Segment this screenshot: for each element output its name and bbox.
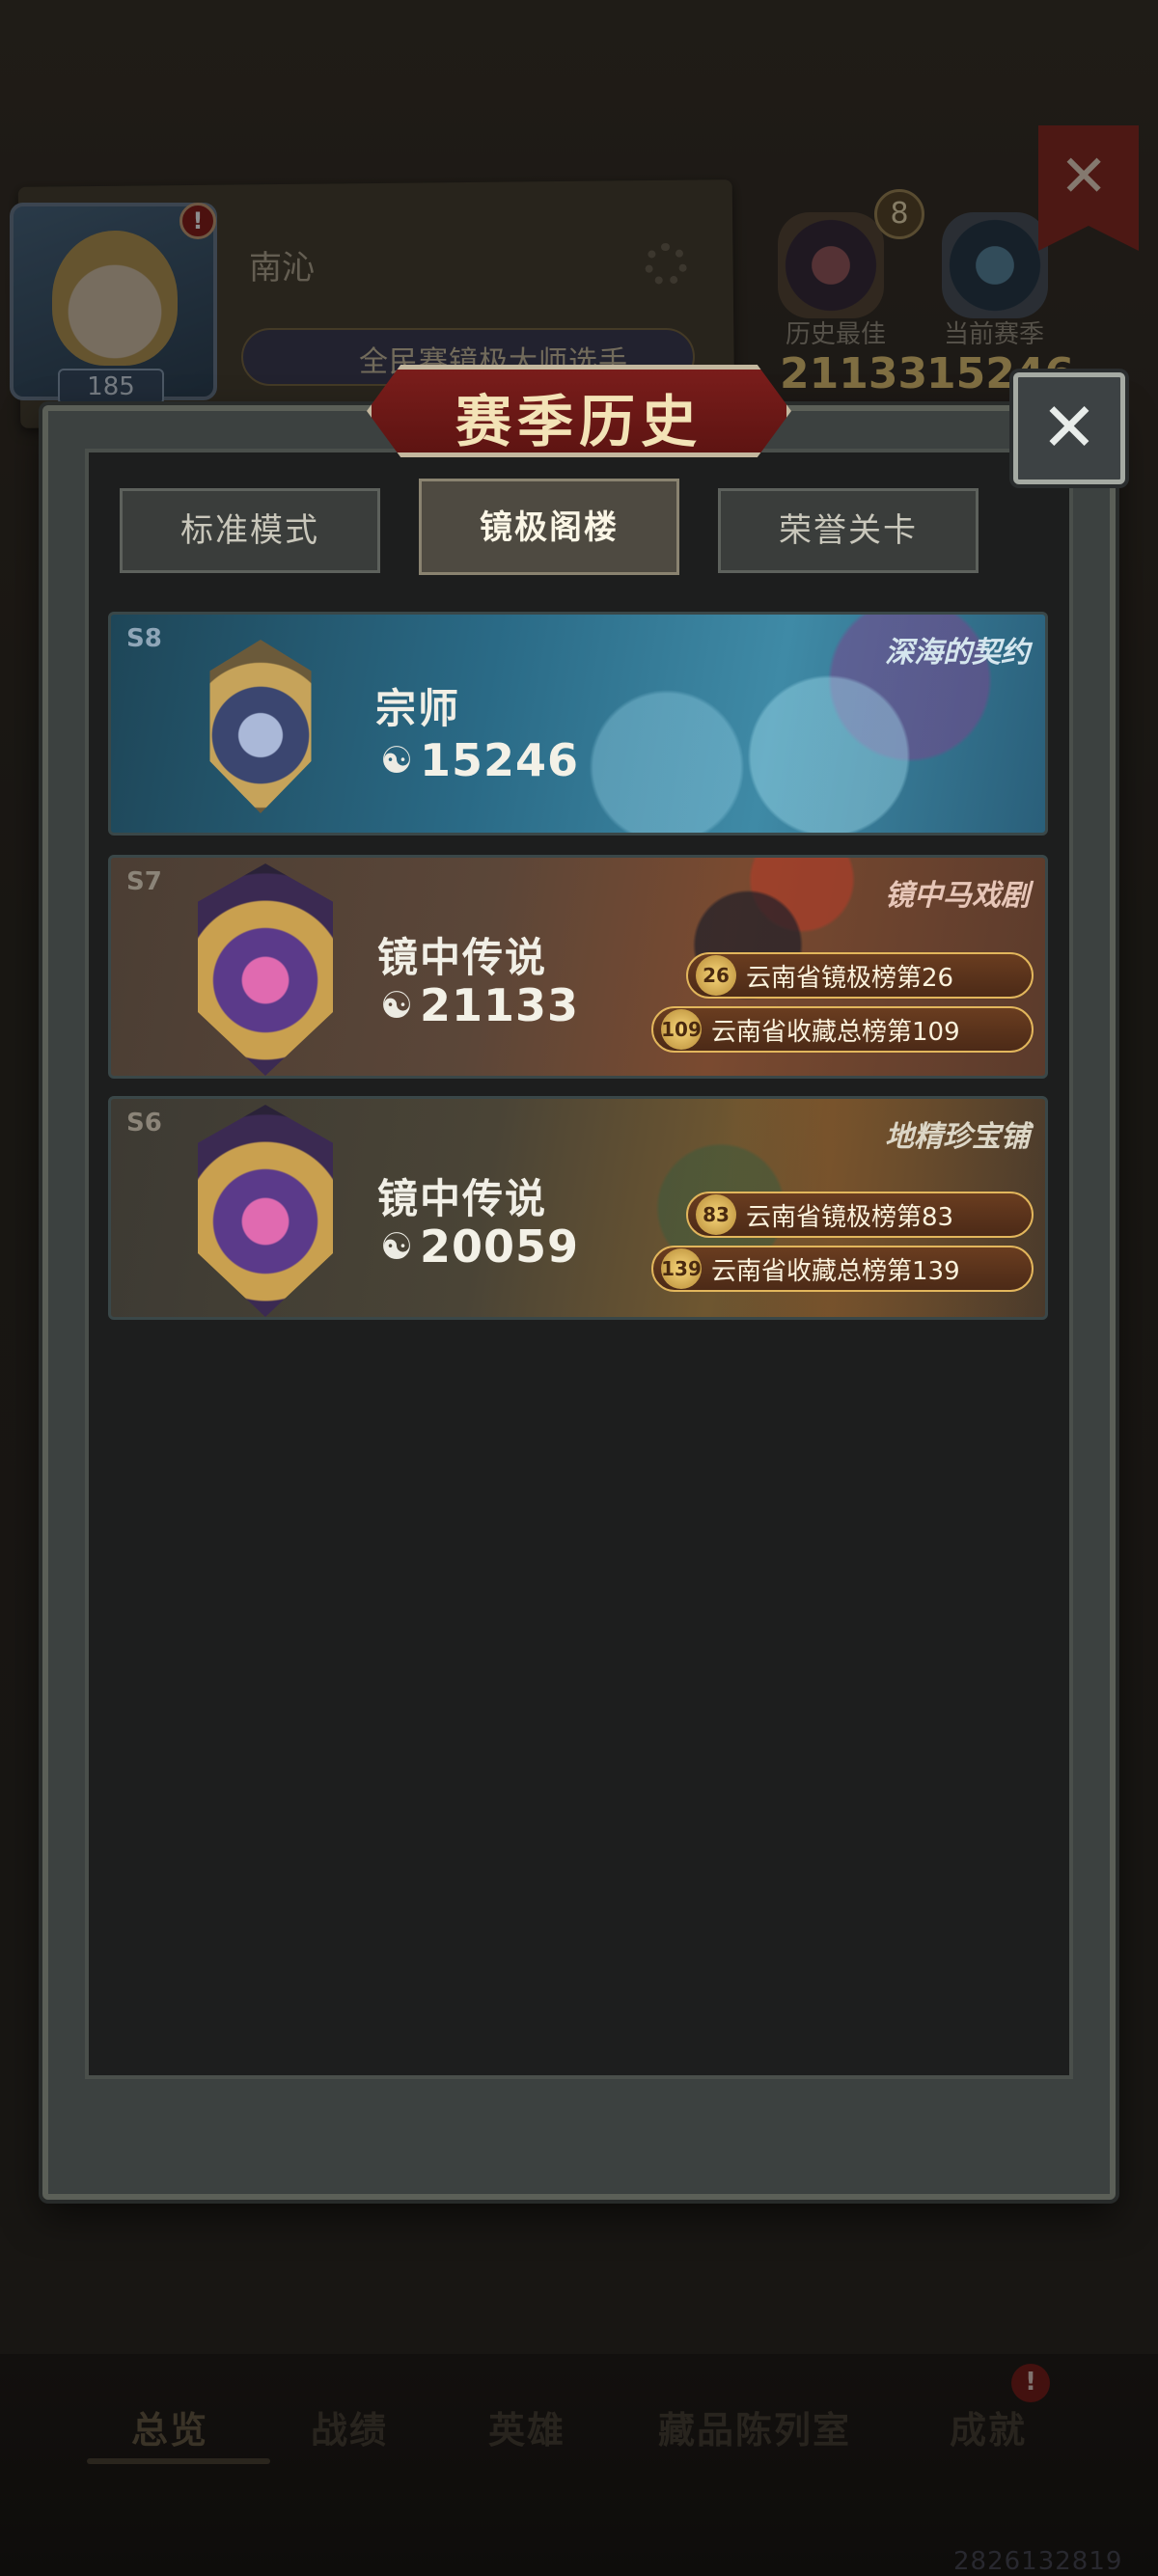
ranking-number-icon: 26 [696, 955, 736, 996]
season-tag: S7 [126, 867, 162, 896]
tab-mirror-attic[interactable]: 镜极阁楼 [419, 479, 679, 575]
rank-name: 镜中传说 [377, 1175, 548, 1222]
modal-title: 赛季历史 [455, 389, 703, 454]
season-name: 镜中马戏剧 [885, 879, 1030, 913]
season-tag: S6 [126, 1109, 162, 1137]
rank-name: 镜中传说 [377, 934, 548, 981]
ranking-text: 云南省镜极榜第26 [746, 963, 954, 993]
season-card-s8[interactable]: S8 深海的契约 宗师 ☯ 15246 [108, 612, 1048, 836]
season-card-s7[interactable]: S7 镜中马戏剧 镜中传说 ☯ 21133 26 云南省镜极榜第26 109 云… [108, 855, 1048, 1079]
ranking-number-icon: 83 [696, 1194, 736, 1235]
ranking-number-icon: 109 [661, 1009, 702, 1050]
spiral-icon: ☯ [379, 1225, 414, 1268]
spiral-icon: ☯ [379, 984, 414, 1027]
ranking-badge: 109 云南省收藏总榜第109 [651, 1006, 1034, 1053]
spiral-icon: ☯ [379, 739, 414, 781]
season-name: 深海的契约 [885, 636, 1030, 670]
season-name: 地精珍宝铺 [885, 1120, 1030, 1154]
ranking-text: 云南省收藏总榜第139 [711, 1256, 960, 1286]
ranking-badge: 83 云南省镜极榜第83 [686, 1192, 1034, 1238]
tab-standard-mode[interactable]: 标准模式 [120, 488, 380, 573]
rank-emblem-icon [198, 863, 333, 1076]
score-row: ☯ 20059 [377, 1220, 579, 1273]
ranking-number-icon: 139 [661, 1248, 702, 1289]
ranking-badge: 26 云南省镜极榜第26 [686, 952, 1034, 999]
ranking-text: 云南省收藏总榜第109 [711, 1017, 960, 1047]
season-card-s6[interactable]: S6 地精珍宝铺 镜中传说 ☯ 20059 83 云南省镜极榜第83 139 云… [108, 1096, 1048, 1320]
score-value: 20059 [420, 1220, 580, 1273]
rank-name: 宗师 [375, 685, 461, 732]
score-row: ☯ 15246 [377, 734, 579, 786]
ranking-badge: 139 云南省收藏总榜第139 [651, 1246, 1034, 1292]
ranking-text: 云南省镜极榜第83 [746, 1202, 954, 1232]
score-row: ☯ 21133 [377, 979, 579, 1031]
close-icon[interactable]: ✕ [1013, 372, 1125, 484]
score-value: 15246 [420, 734, 580, 786]
score-value: 21133 [420, 979, 580, 1031]
season-tag: S8 [126, 624, 162, 653]
rank-emblem-icon [209, 640, 312, 813]
rank-emblem-icon [198, 1105, 333, 1317]
tab-honor-stages[interactable]: 荣誉关卡 [718, 488, 979, 573]
